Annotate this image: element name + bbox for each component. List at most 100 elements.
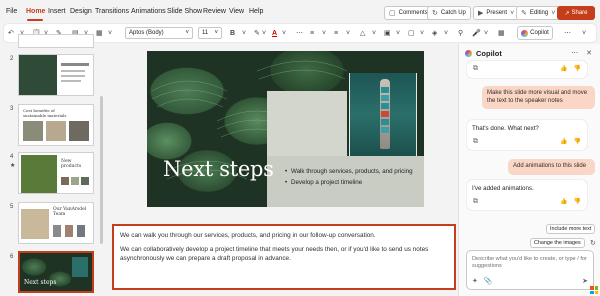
share-button[interactable]: ↗ Share: [557, 6, 595, 20]
font-color-icon[interactable]: A: [272, 27, 277, 39]
highlight-icon[interactable]: ✎: [254, 27, 260, 39]
tab-transitions[interactable]: Transitions: [95, 8, 129, 15]
dictate-icon[interactable]: 🎤: [472, 27, 481, 39]
designer-icon[interactable]: ▦: [498, 27, 505, 39]
copy-icon[interactable]: ⧉: [473, 65, 478, 73]
thumbs-up-icon[interactable]: 👍: [560, 198, 567, 205]
slide-thumbnail[interactable]: [18, 54, 94, 96]
copilot-title: Copilot: [476, 49, 502, 58]
chevron-down-icon[interactable]: ˅: [242, 27, 246, 39]
tab-insert[interactable]: Insert: [48, 8, 66, 15]
sparkle-prompts-icon[interactable]: ✦: [472, 277, 478, 285]
slide-thumbnail[interactable]: [18, 34, 94, 48]
attach-icon[interactable]: 📎: [484, 277, 493, 285]
copilot-prompt-input[interactable]: Describe what you'd like to create, or t…: [466, 250, 594, 290]
copilot-response-card: I've added animations. ⧉ 👍 👎: [467, 180, 587, 210]
chevron-down-icon[interactable]: ˅: [108, 27, 112, 39]
close-icon[interactable]: ✕: [586, 49, 592, 57]
present-icon: ▶: [478, 10, 484, 17]
feedback-buttons: 👍 👎: [560, 198, 581, 205]
send-icon[interactable]: ➤: [582, 277, 588, 285]
shapes-icon[interactable]: △: [360, 27, 365, 39]
more-options-icon[interactable]: ⋯: [571, 49, 578, 57]
speaker-notes[interactable]: We can walk you through our services, pr…: [112, 224, 456, 290]
catch-up-button[interactable]: ↻ Catch Up: [427, 6, 471, 20]
editing-mode-button[interactable]: ✎ Editing ˅: [516, 6, 561, 20]
find-icon[interactable]: ⚲: [458, 27, 463, 39]
chevron-down-icon[interactable]: ˅: [484, 27, 488, 39]
font-name-value: Aptos (Body): [129, 30, 164, 36]
slide-number: 4: [10, 154, 14, 160]
refresh-suggestions-icon[interactable]: ↻: [590, 239, 596, 247]
chevron-down-icon[interactable]: ˅: [372, 27, 376, 39]
thumbs-down-icon[interactable]: 👎: [574, 138, 581, 145]
chevron-down-icon: ˅: [185, 30, 189, 36]
chevron-down-icon[interactable]: ˅: [262, 27, 266, 39]
copilot-button[interactable]: Copilot: [517, 26, 553, 40]
thumbs-up-icon[interactable]: 👍: [560, 65, 567, 72]
slide-number: 3: [10, 106, 14, 112]
bold-icon[interactable]: B: [230, 27, 235, 39]
catch-up-label: Catch Up: [440, 10, 466, 16]
tab-view[interactable]: View: [229, 8, 244, 15]
slide-number: 5: [10, 204, 14, 210]
thumbnail-title: Our VanArsdel Team: [53, 207, 87, 217]
chevron-down-icon[interactable]: ˅: [420, 27, 424, 39]
copilot-icon: [465, 50, 472, 57]
slide-thumbnail[interactable]: Our VanArsdel Team: [18, 202, 94, 244]
suggestion-change-images[interactable]: Change the images: [530, 238, 585, 248]
bullets-icon[interactable]: ≡: [310, 27, 314, 39]
shape-fill-icon[interactable]: ◈: [432, 27, 437, 39]
font-size-select[interactable]: 11 ˅: [198, 27, 222, 39]
present-label: Present: [486, 10, 508, 16]
suggestion-include-more-text[interactable]: Include more text: [546, 224, 596, 234]
slide-title[interactable]: Next steps: [163, 157, 274, 181]
feedback-buttons: 👍 👎: [560, 138, 581, 145]
thumbs-down-icon[interactable]: 👎: [574, 65, 581, 72]
copilot-header-controls: ⋯ ✕: [571, 49, 592, 57]
slide-bullet-list[interactable]: Walk through services, products, and pri…: [285, 168, 420, 189]
chevron-down-icon[interactable]: ˅: [444, 27, 448, 39]
tab-file[interactable]: File: [6, 8, 17, 15]
more-options-icon[interactable]: ⋯: [296, 27, 303, 39]
active-tab-indicator: [27, 19, 43, 21]
thumbs-up-icon[interactable]: 👍: [560, 138, 567, 145]
tab-design[interactable]: Design: [70, 8, 92, 15]
arrange-icon[interactable]: ▣: [384, 27, 391, 39]
present-button[interactable]: ▶ Present ˅: [473, 6, 520, 20]
powerpoint-window: File Home Insert Design Transitions Anim…: [0, 0, 600, 296]
copy-icon[interactable]: ⧉: [473, 138, 478, 146]
tab-help[interactable]: Help: [249, 8, 263, 15]
layout-icon[interactable]: ▦: [96, 27, 103, 39]
chevron-down-icon[interactable]: ˅: [322, 27, 326, 39]
slide-canvas[interactable]: Next steps Walk through services, produc…: [147, 51, 424, 207]
chevron-down-icon[interactable]: ˅: [282, 27, 286, 39]
chevron-down-icon[interactable]: ˅: [346, 27, 350, 39]
slide-thumbnail[interactable]: Cost benefits of sustainable materials: [18, 104, 94, 146]
catch-up-icon: ↻: [432, 10, 438, 17]
tab-slide-show[interactable]: Slide Show: [167, 8, 202, 15]
comments-button[interactable]: ▢ Comments: [384, 6, 433, 20]
tab-review[interactable]: Review: [203, 8, 226, 15]
ribbon-tabs: File Home Insert Design Transitions Anim…: [0, 0, 600, 24]
tab-animations[interactable]: Animations: [131, 8, 166, 15]
copilot-header: Copilot: [465, 49, 502, 58]
thumbnails-scrollbar[interactable]: [100, 96, 103, 244]
chevron-down-icon[interactable]: ˅: [396, 27, 400, 39]
copilot-button-label: Copilot: [530, 30, 549, 36]
align-icon[interactable]: ≡: [334, 27, 338, 39]
undo-icon[interactable]: ↶: [8, 27, 14, 39]
composer-tools: ✦ 📎: [472, 277, 493, 285]
chevron-down-icon: ˅: [551, 9, 556, 17]
slide-thumbnail[interactable]: New products: [18, 152, 94, 194]
copy-icon[interactable]: ⧉: [473, 198, 478, 206]
thumbs-down-icon[interactable]: 👎: [574, 198, 581, 205]
tab-home[interactable]: Home: [26, 8, 45, 15]
more-options-icon[interactable]: ⋯: [564, 27, 571, 39]
quick-styles-icon[interactable]: ▢: [408, 27, 415, 39]
slide-thumbnail-selected[interactable]: Next steps: [18, 251, 94, 293]
copilot-response-card: That's done. What next? ⧉ 👍 👎: [467, 120, 587, 150]
font-name-select[interactable]: Aptos (Body) ˅: [125, 27, 193, 39]
chevron-down-icon[interactable]: ˅: [582, 27, 586, 39]
windows-logo-icon: [590, 286, 598, 294]
